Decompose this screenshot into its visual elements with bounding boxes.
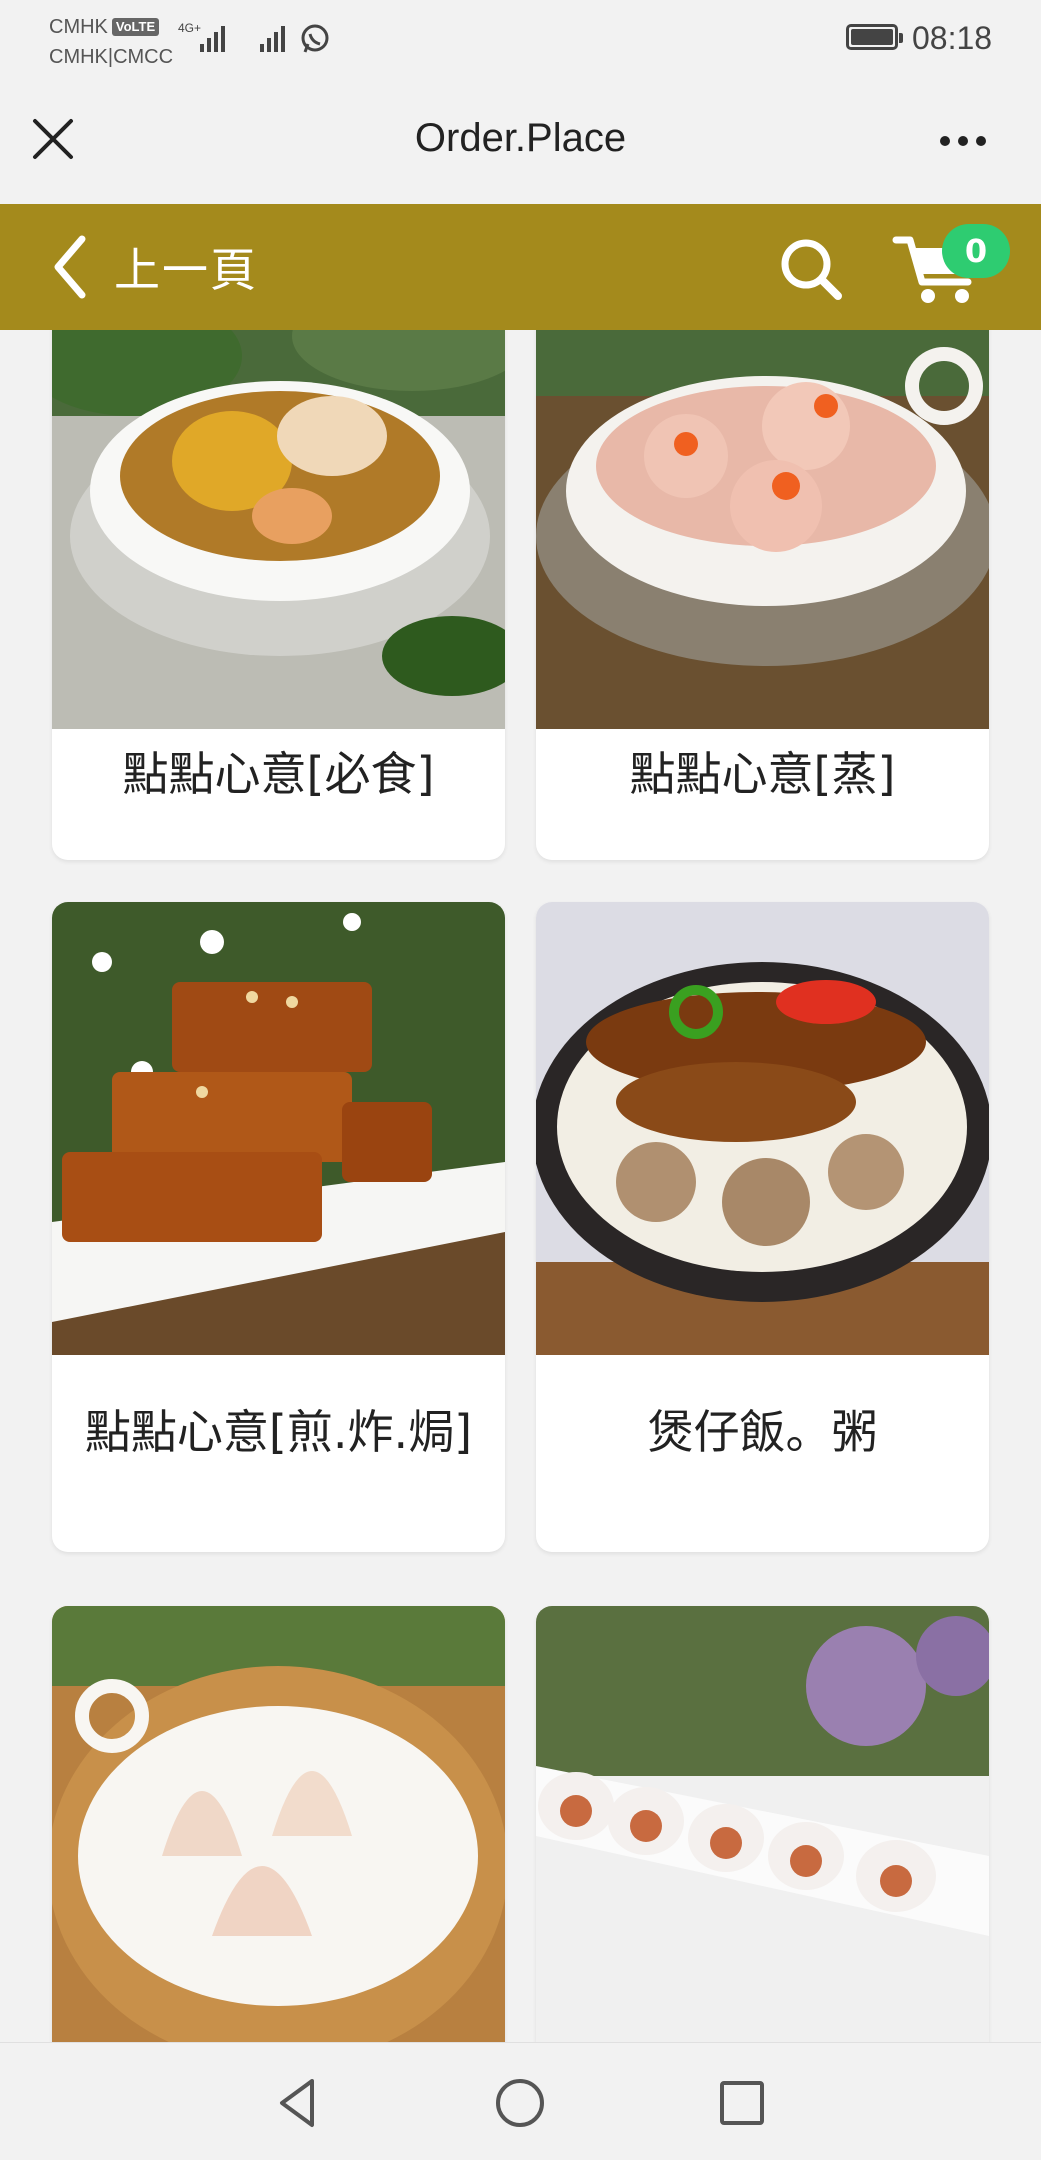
network-type: 4G+ <box>178 21 201 35</box>
category-card[interactable]: 點點心意[煎.炸.焗] <box>52 902 505 1552</box>
cell-signal-2-icon <box>260 26 285 52</box>
soup-bowl-photo <box>52 330 505 729</box>
volte-badge: VoLTE <box>111 18 160 36</box>
back-label: 上一頁 <box>114 243 258 297</box>
whatsapp-icon <box>301 24 329 53</box>
status-bar: CMHK VoLTE CMHK|CMCC 4G+ 08:18 <box>0 0 1041 78</box>
carrier-info: CMHK VoLTE CMHK|CMCC <box>49 12 173 72</box>
nav-home-icon[interactable] <box>490 2073 550 2133</box>
category-label: 點點心意[蒸] <box>629 747 896 801</box>
nav-back-icon[interactable] <box>268 2073 328 2133</box>
battery-icon <box>846 24 903 50</box>
clock: 08:18 <box>912 20 993 56</box>
more-options-button[interactable] <box>940 136 1000 152</box>
carrier-name-secondary: CMHK|CMCC <box>49 46 174 68</box>
claypot-rice-photo <box>536 902 989 1355</box>
app-screen: CMHK VoLTE CMHK|CMCC 4G+ 08:18 Order.Plac… <box>0 0 1041 2160</box>
category-grid: 點點心意[必食] 點點心意[蒸] 點點心意[煎.炸.焗] 煲仔飯。粥 <box>0 330 1041 2042</box>
category-card[interactable] <box>536 1606 989 2042</box>
water-chestnut-cake-photo <box>52 902 505 1355</box>
cart-count-badge: 0 <box>942 224 1010 278</box>
system-navigation-bar <box>0 2042 1041 2160</box>
more-dot-icon <box>976 136 986 146</box>
back-button[interactable]: 上一頁 <box>52 232 258 302</box>
siu-mai-basket-photo <box>52 1606 505 2042</box>
rice-rolls-plate-photo <box>536 1606 989 2042</box>
nav-recents-icon[interactable] <box>712 2073 772 2133</box>
cell-signal-icon: 4G+ <box>178 21 225 52</box>
category-card[interactable]: 點點心意[蒸] <box>536 330 989 860</box>
category-card[interactable]: 煲仔飯。粥 <box>536 902 989 1552</box>
carrier-name: CMHK <box>49 16 108 38</box>
category-card[interactable]: 點點心意[必食] <box>52 330 505 860</box>
category-label: 點點心意[必食] <box>122 747 435 801</box>
shop-header: 上一頁 0 <box>0 204 1041 330</box>
chevron-left-icon <box>54 235 86 299</box>
title-bar: Order.Place <box>0 78 1041 204</box>
category-card[interactable] <box>52 1606 505 2042</box>
page-title: Order.Place <box>414 116 627 160</box>
more-dot-icon <box>940 136 950 146</box>
category-label: 點點心意[煎.炸.焗] <box>84 1405 473 1459</box>
shrimp-dumplings-photo <box>536 330 989 729</box>
category-label: 煲仔飯。粥 <box>647 1405 878 1459</box>
more-dot-icon <box>958 136 968 146</box>
search-icon[interactable] <box>776 234 846 304</box>
